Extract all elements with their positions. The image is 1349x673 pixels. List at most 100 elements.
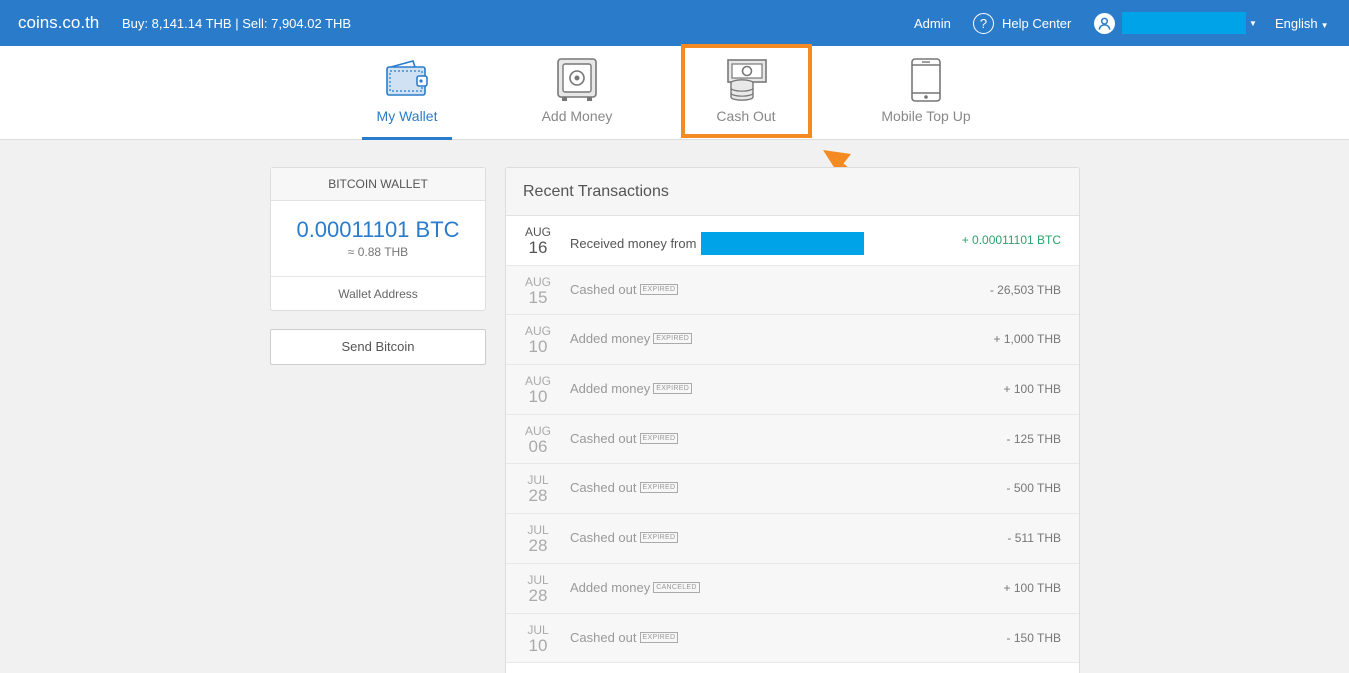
tab-label: Add Money — [541, 108, 613, 124]
date-month: JUL — [527, 622, 549, 637]
date-day: 28 — [528, 585, 548, 605]
mobile-phone-icon — [911, 58, 941, 102]
description-text: Cashed out — [570, 530, 637, 546]
tab-add-money[interactable]: Add Money — [532, 46, 622, 140]
send-bitcoin-button[interactable]: Send Bitcoin — [270, 329, 486, 365]
thb-balance: ≈ 0.88 THB — [347, 245, 409, 259]
cash-out-icon — [727, 59, 767, 101]
table-row[interactable]: AUG 15 Cashed out EXPIRED - 26,503 THB — [506, 265, 1079, 316]
table-row[interactable]: AUG 16 Received money from + 0.00011101 BTC — [506, 216, 1079, 266]
help-center-label: Help Center — [1002, 15, 1072, 31]
language-label: English — [1275, 16, 1318, 31]
transaction-amount: + 1,000 THB — [993, 332, 1062, 347]
date-month: AUG — [524, 324, 551, 339]
exchange-rates: Buy: 8,141.14 THB | Sell: 7,904.02 THB — [122, 16, 352, 31]
transaction-description: Cashed out EXPIRED — [570, 430, 679, 446]
transaction-amount: + 100 THB — [1003, 382, 1061, 397]
date-day: 28 — [528, 536, 548, 556]
transaction-amount: - 511 THB — [1007, 531, 1061, 546]
transactions-list: AUG 16 Received money from + 0.00011101 BTC… — [506, 216, 1079, 664]
date-day: 15 — [528, 287, 548, 307]
wallet-title: BITCOIN WALLET — [271, 168, 485, 201]
description-text: Cashed out — [570, 480, 637, 496]
transaction-date: AUG 16 — [518, 226, 558, 256]
caret-down-icon: ▼ — [1320, 21, 1329, 30]
description-text: Received money from — [570, 236, 697, 251]
table-row[interactable]: JUL 10 Cashed out EXPIRED - 150 THB — [506, 613, 1079, 664]
status-badge: EXPIRED — [653, 383, 693, 395]
status-badge: EXPIRED — [639, 283, 679, 295]
language-selector[interactable]: English ▼ — [1275, 16, 1329, 31]
transaction-date: AUG 10 — [518, 375, 558, 405]
table-row[interactable]: JUL 28 Cashed out EXPIRED - 500 THB — [506, 464, 1079, 515]
description-text: Cashed out — [570, 430, 637, 446]
date-month: JUL — [527, 473, 549, 488]
table-row[interactable]: AUG 10 Added money EXPIRED + 1,000 THB — [506, 315, 1079, 366]
recent-transactions-panel: Recent Transactions AUG 16 Received money … — [505, 167, 1080, 673]
transaction-amount: - 26,503 THB — [989, 282, 1061, 297]
transaction-description: Cashed out EXPIRED — [570, 281, 679, 297]
tab-mobile-top-up[interactable]: Mobile Top Up — [866, 46, 986, 140]
redacted-username — [1122, 12, 1246, 34]
transaction-description: Received money from — [570, 232, 865, 255]
transaction-amount: + 0.00011101 BTC — [961, 233, 1061, 247]
safe-icon — [557, 58, 597, 101]
transaction-amount: - 500 THB — [1006, 481, 1061, 496]
brand-logo[interactable]: coins.co.th — [18, 13, 99, 33]
table-row[interactable]: AUG 10 Added money EXPIRED + 100 THB — [506, 365, 1079, 415]
transaction-amount: - 125 THB — [1006, 431, 1061, 446]
help-center-link[interactable]: ? Help Center — [973, 12, 1071, 34]
tab-label: Mobile Top Up — [881, 108, 971, 124]
table-row[interactable]: JUL 28 Added money CANCELED + 100 THB — [506, 563, 1079, 614]
table-row[interactable]: JUL 28 Cashed out EXPIRED - 511 THB — [506, 514, 1079, 564]
status-badge: EXPIRED — [653, 333, 693, 345]
transaction-description: Cashed out EXPIRED — [570, 480, 679, 496]
description-text: Added money — [570, 381, 651, 397]
transaction-date: JUL 10 — [518, 624, 558, 654]
date-day: 10 — [528, 387, 548, 407]
transaction-description: Cashed out EXPIRED — [570, 530, 679, 546]
date-day: 06 — [528, 436, 548, 456]
transaction-description: Cashed out EXPIRED — [570, 629, 679, 645]
wallet-icon — [386, 60, 428, 96]
transactions-title: Recent Transactions — [506, 168, 1079, 216]
transaction-date: AUG 15 — [518, 276, 558, 306]
transaction-amount: + 100 THB — [1003, 580, 1061, 595]
redacted-sender — [701, 232, 865, 255]
main-nav: My Wallet Add Money Cash Out Mobile Top … — [0, 46, 1349, 140]
transaction-date: JUL 28 — [518, 474, 558, 504]
date-day: 16 — [528, 238, 548, 257]
date-month: AUG — [524, 225, 551, 239]
date-day: 10 — [528, 337, 548, 357]
caret-down-icon: ▼ — [1249, 18, 1257, 28]
user-menu[interactable]: ▼ — [1094, 12, 1257, 34]
active-tab-indicator — [362, 137, 452, 140]
description-text: Added money — [570, 331, 651, 347]
description-text: Cashed out — [570, 629, 637, 645]
date-month: AUG — [524, 374, 551, 389]
tab-cash-out[interactable]: Cash Out — [701, 46, 791, 140]
transaction-description: Added money EXPIRED — [570, 381, 693, 397]
tab-label: Cash Out — [716, 108, 776, 124]
admin-link[interactable]: Admin — [914, 16, 951, 31]
wallet-address-link[interactable]: Wallet Address — [271, 276, 485, 310]
status-badge: CANCELED — [653, 581, 700, 593]
transaction-amount: - 150 THB — [1006, 630, 1061, 645]
transaction-description: Added money EXPIRED — [570, 331, 693, 347]
date-month: AUG — [524, 423, 551, 438]
description-text: Cashed out — [570, 281, 637, 297]
top-bar: coins.co.th Buy: 8,141.14 THB | Sell: 7,… — [0, 0, 1349, 46]
tab-my-wallet[interactable]: My Wallet — [362, 46, 452, 140]
transaction-date: AUG 10 — [518, 325, 558, 355]
status-badge: EXPIRED — [639, 631, 679, 643]
transaction-date: JUL 28 — [518, 574, 558, 604]
table-row[interactable]: AUG 06 Cashed out EXPIRED - 125 THB — [506, 414, 1079, 465]
user-avatar-icon — [1094, 12, 1115, 34]
status-badge: EXPIRED — [639, 532, 679, 544]
btc-balance: 0.00011101 BTC — [296, 217, 460, 242]
status-badge: EXPIRED — [639, 482, 679, 494]
date-day: 10 — [528, 635, 548, 655]
transaction-date: AUG 06 — [518, 425, 558, 455]
date-day: 28 — [528, 486, 548, 506]
description-text: Added money — [570, 579, 651, 595]
